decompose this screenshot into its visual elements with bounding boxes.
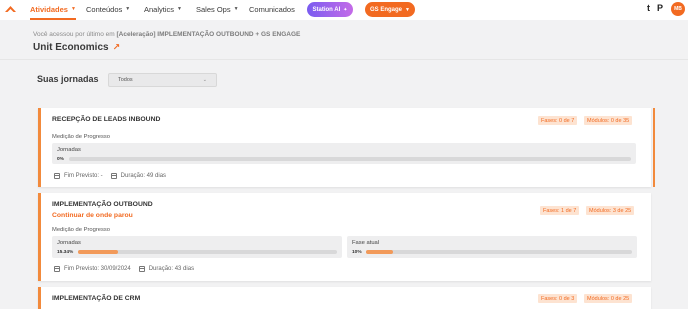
avatar[interactable]: MB <box>671 2 685 16</box>
top-nav: Atividades ▼ Conteúdos ▼ Analytics ▼ Sales … <box>0 0 688 20</box>
page-title[interactable]: Unit Economics ↗ <box>33 42 120 53</box>
recent-access-text: Você acessou por último em [Aceleração] … <box>33 31 301 38</box>
card-accent <box>653 108 655 187</box>
journey-card[interactable]: IMPLEMENTAÇÃO OUTBOUND Continuar de onde… <box>38 193 651 281</box>
nav-item-analytics[interactable]: Analytics ▼ <box>144 0 182 18</box>
progress-label: Medição de Progresso <box>52 134 110 140</box>
continue-link[interactable]: Continuar de onde parou <box>52 212 133 219</box>
progress-box-jornadas: Jornadas 0% <box>52 143 636 164</box>
journey-card[interactable]: IMPLEMENTAÇÃO DE CRM Fases: 0 de 3 Módul… <box>38 287 651 309</box>
progress-fill <box>366 250 393 254</box>
journey-card[interactable]: RECEPÇÃO DE LEADS INBOUND Fases: 0 de 7 … <box>38 108 655 187</box>
external-arrow-icon: ↗ <box>112 42 121 52</box>
calendar-icon <box>54 173 60 179</box>
divider <box>0 59 688 60</box>
progress-box-label: Jornadas <box>57 240 81 246</box>
modulos-badge: Módulos: 0 de 35 <box>584 116 633 125</box>
progress-track <box>366 250 632 254</box>
nav-item-conteudos[interactable]: Conteúdos ▼ <box>86 0 130 18</box>
recent-course-link[interactable]: [Aceleração] IMPLEMENTAÇÃO OUTBOUND + GS… <box>116 31 300 38</box>
nav-item-atividades[interactable]: Atividades ▼ <box>30 0 76 20</box>
fases-badge: Fases: 0 de 3 <box>538 294 578 303</box>
progress-percent: 0% <box>57 157 64 162</box>
progress-box-label: Fase atual <box>352 240 380 246</box>
progress-percent: 10% <box>352 250 362 255</box>
chevron-down-icon: ▼ <box>125 6 131 12</box>
t-icon[interactable]: t <box>647 3 650 13</box>
section-title: Suas jornadas <box>37 74 99 84</box>
p-icon[interactable]: P <box>657 3 663 13</box>
fases-badge: Fases: 0 de 7 <box>538 116 578 125</box>
chevron-down-icon: ▼ <box>233 6 239 12</box>
gs-engage-button[interactable]: GS Engage ▼ <box>365 2 415 17</box>
chevron-down-icon: ▼ <box>405 6 410 13</box>
card-title: IMPLEMENTAÇÃO DE CRM <box>52 295 141 302</box>
chevron-down-icon: ▼ <box>70 6 76 12</box>
card-meta: Fim Previsto: 30/09/2024 Duração: 43 dia… <box>54 266 194 272</box>
nav-item-comunicados[interactable]: Comunicados <box>249 0 295 18</box>
chevron-down-icon: ▼ <box>177 6 182 12</box>
modulos-badge: Módulos: 0 de 25 <box>584 294 633 303</box>
nav-item-sales-ops[interactable]: Sales Ops ▼ <box>196 0 239 18</box>
progress-track <box>78 250 337 254</box>
chevron-down-icon: ⌄ <box>202 77 207 83</box>
progress-box-label: Jornadas <box>57 147 81 153</box>
station-ai-button[interactable]: Station AI ✦ <box>307 2 353 17</box>
calendar-icon <box>138 266 145 272</box>
progress-track <box>69 157 631 161</box>
card-meta: Fim Previsto: - Duração: 49 dias <box>54 173 166 179</box>
fases-badge: Fases: 1 de 7 <box>540 206 580 215</box>
progress-box-jornadas: Jornadas 15.34% <box>52 236 342 258</box>
jornadas-filter-select[interactable]: Todos ⌄ <box>108 73 217 87</box>
calendar-icon <box>110 173 117 179</box>
logo-icon[interactable] <box>4 3 17 16</box>
progress-label: Medição de Progresso <box>52 227 110 233</box>
calendar-icon <box>54 266 60 272</box>
card-title: IMPLEMENTAÇÃO OUTBOUND <box>52 201 153 208</box>
modulos-badge: Módulos: 3 de 25 <box>586 206 635 215</box>
progress-fill <box>78 250 118 254</box>
progress-percent: 15.34% <box>57 250 74 255</box>
sparkle-icon: ✦ <box>343 6 348 13</box>
progress-box-fase-atual: Fase atual 10% <box>347 236 637 258</box>
card-title: RECEPÇÃO DE LEADS INBOUND <box>52 116 161 123</box>
